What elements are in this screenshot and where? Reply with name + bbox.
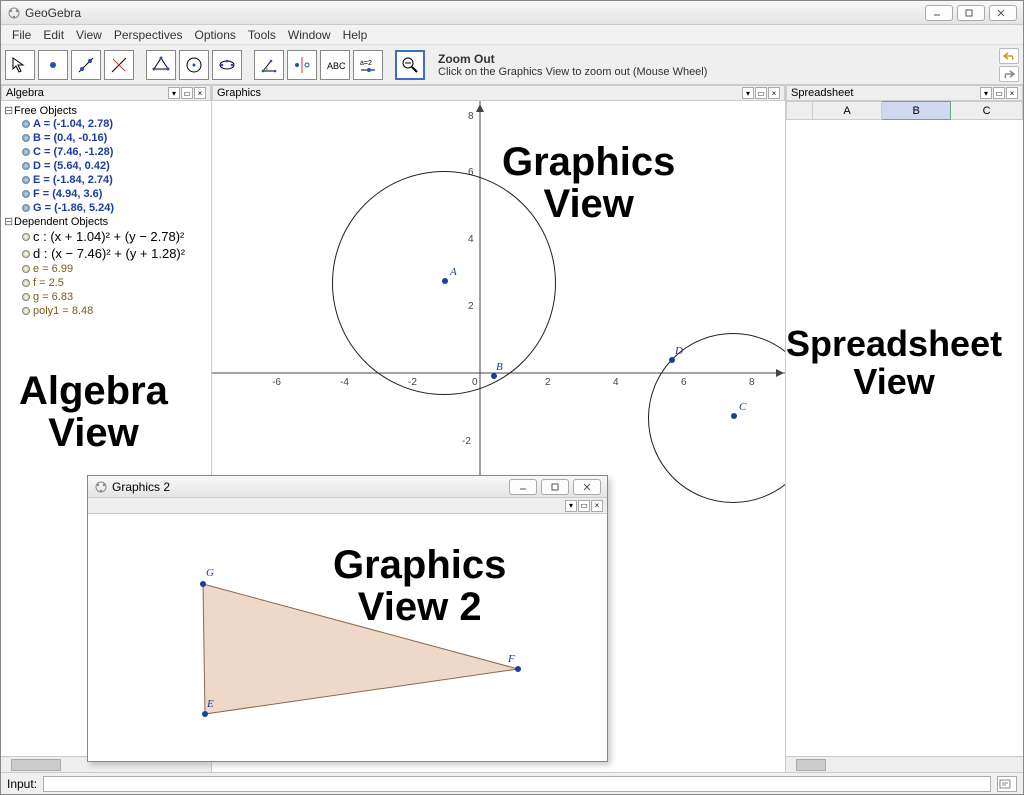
title-bar: GeoGebra (1, 1, 1023, 25)
algebra-detach-icon[interactable]: ▭ (181, 87, 193, 99)
graphics2-dropdown-icon[interactable]: ▾ (565, 500, 577, 512)
graphics2-title: Graphics 2 (112, 480, 505, 494)
graphics2-canvas[interactable]: G F E Graphics View 2 (88, 514, 607, 761)
close-button[interactable] (989, 5, 1017, 21)
menu-options[interactable]: Options (190, 26, 241, 44)
menu-view[interactable]: View (71, 26, 107, 44)
spreadsheet-dropdown-icon[interactable]: ▾ (980, 87, 992, 99)
toolbar-right (999, 48, 1019, 82)
input-help-icon[interactable] (997, 776, 1017, 792)
tool-text[interactable]: ABC (320, 50, 350, 80)
menu-help[interactable]: Help (338, 26, 373, 44)
tool-point[interactable] (38, 50, 68, 80)
graphics-title: Graphics (217, 87, 741, 99)
point-F[interactable] (515, 666, 521, 672)
algebra-dropdown-icon[interactable]: ▾ (168, 87, 180, 99)
graphics2-close[interactable] (573, 479, 601, 495)
tool-line[interactable] (71, 50, 101, 80)
graphics-close-icon[interactable]: × (768, 87, 780, 99)
app-icon (7, 6, 21, 20)
app-title: GeoGebra (25, 6, 921, 20)
point-C[interactable] (731, 413, 737, 419)
tool-polygon[interactable] (146, 50, 176, 80)
tool-hint: Zoom Out Click on the Graphics View to z… (428, 50, 996, 80)
spreadsheet-panel: Spreadsheet ▾ ▭ × ABC Spreadsheet View (786, 85, 1023, 772)
tree-item: B = (0.4, -0.16) (4, 131, 208, 145)
tree-item: c : (x + 1.04)² + (y − 2.78)² (4, 228, 208, 245)
point-G[interactable] (200, 581, 206, 587)
tree-item: C = (7.46, -1.28) (4, 145, 208, 159)
spreadsheet-title-bar: Spreadsheet ▾ ▭ × (786, 85, 1023, 101)
graphics2-maximize[interactable] (541, 479, 569, 495)
spreadsheet-close-icon[interactable]: × (1006, 87, 1018, 99)
tree-item: g = 6.83 (4, 290, 208, 304)
triangle-poly1[interactable] (88, 514, 607, 761)
tool-perpendicular[interactable] (104, 50, 134, 80)
graphics-title-bar: Graphics ▾ ▭ × (212, 85, 785, 101)
spreadsheet-grid[interactable]: ABC (786, 101, 1023, 756)
minimize-button[interactable] (925, 5, 953, 21)
spreadsheet-scrollbar[interactable] (786, 756, 1023, 772)
redo-icon[interactable] (999, 66, 1019, 82)
input-label: Input: (7, 777, 37, 791)
point-D[interactable] (669, 357, 675, 363)
graphics-dropdown-icon[interactable]: ▾ (742, 87, 754, 99)
tool-move[interactable] (5, 50, 35, 80)
tree-item: G = (-1.86, 5.24) (4, 201, 208, 215)
svg-text:ABC: ABC (327, 61, 345, 71)
graphics-detach-icon[interactable]: ▭ (755, 87, 767, 99)
graphics2-title-bar[interactable]: Graphics 2 (88, 476, 607, 498)
tree-item: poly1 = 8.48 (4, 304, 208, 318)
tool-ellipse[interactable] (212, 50, 242, 80)
menu-tools[interactable]: Tools (243, 26, 281, 44)
tool-angle[interactable] (254, 50, 284, 80)
free-objects-label: Free Objects (14, 105, 77, 117)
tool-slider[interactable]: a=2 (353, 50, 383, 80)
menu-bar: File Edit View Perspectives Options Tool… (1, 25, 1023, 45)
graphics2-close-icon[interactable]: × (591, 500, 603, 512)
spreadsheet-detach-icon[interactable]: ▭ (993, 87, 1005, 99)
algebra-title: Algebra (6, 87, 167, 99)
graphics2-minimize[interactable] (509, 479, 537, 495)
toolbar: ABC a=2 Zoom Out Click on the Graphics V… (1, 45, 1023, 85)
tree-item: E = (-1.84, 2.74) (4, 173, 208, 187)
undo-icon[interactable] (999, 48, 1019, 64)
input-bar: Input: (1, 772, 1023, 794)
menu-edit[interactable]: Edit (38, 26, 69, 44)
tool-hint-title: Zoom Out (438, 52, 986, 66)
svg-text:a=2: a=2 (360, 60, 372, 67)
graphics2-toolbar: ▾ ▭ × (88, 498, 607, 514)
tree-item: e = 6.99 (4, 262, 208, 276)
tool-hint-desc: Click on the Graphics View to zoom out (… (438, 66, 986, 78)
tree-item: F = (4.94, 3.6) (4, 187, 208, 201)
input-field[interactable] (43, 776, 991, 792)
graphics2-detach-icon[interactable]: ▭ (578, 500, 590, 512)
app-icon (94, 480, 108, 494)
algebra-close-icon[interactable]: × (194, 87, 206, 99)
dependent-objects-label: Dependent Objects (14, 216, 108, 228)
point-A[interactable] (442, 278, 448, 284)
tree-item: d : (x − 7.46)² + (y + 1.28)² (4, 245, 208, 262)
tree-item: A = (-1.04, 2.78) (4, 117, 208, 131)
menu-perspectives[interactable]: Perspectives (109, 26, 188, 44)
tool-reflect[interactable] (287, 50, 317, 80)
menu-file[interactable]: File (7, 26, 36, 44)
tree-item: D = (5.64, 0.42) (4, 159, 208, 173)
point-E[interactable] (202, 711, 208, 717)
tree-item: f = 2.5 (4, 276, 208, 290)
tool-circle[interactable] (179, 50, 209, 80)
graphics2-window[interactable]: Graphics 2 ▾ ▭ × G F E Graphics View 2 (87, 475, 608, 762)
point-B[interactable] (491, 373, 497, 379)
maximize-button[interactable] (957, 5, 985, 21)
menu-window[interactable]: Window (283, 26, 336, 44)
spreadsheet-title: Spreadsheet (791, 87, 979, 99)
tool-zoom-out[interactable] (395, 50, 425, 80)
algebra-title-bar: Algebra ▾ ▭ × (1, 85, 211, 101)
